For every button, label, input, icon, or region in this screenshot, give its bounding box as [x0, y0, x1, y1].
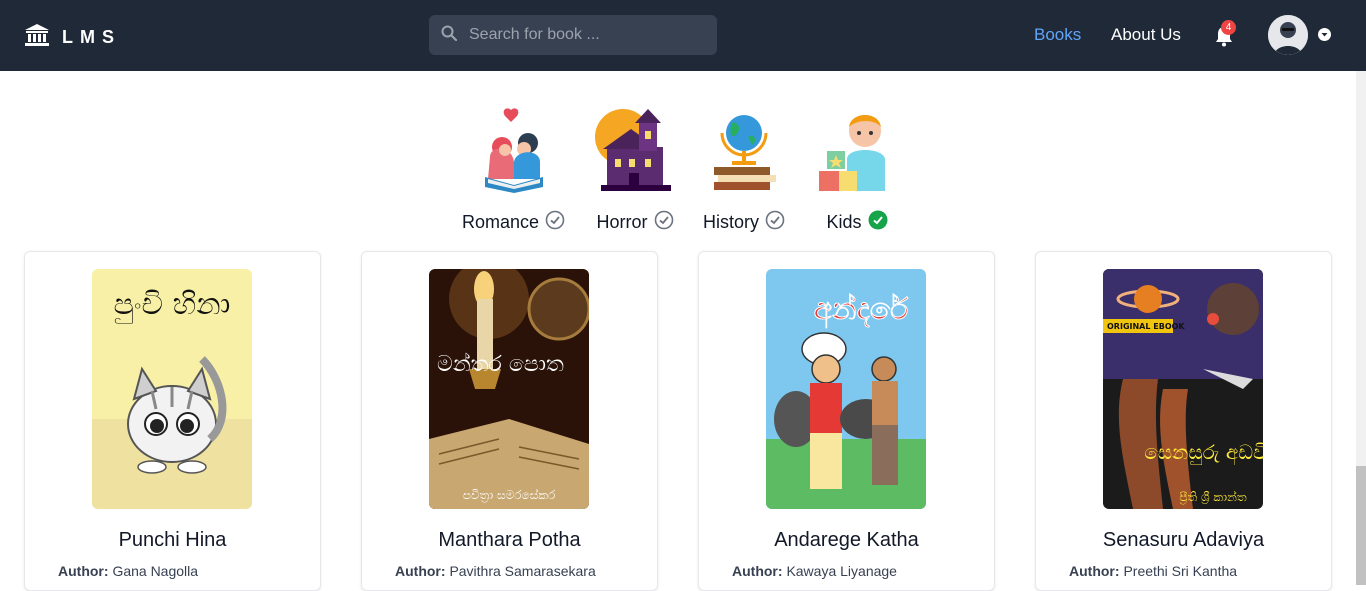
category-label: Horror — [596, 210, 673, 235]
bank-icon — [24, 23, 50, 52]
book-author: Author: Kawaya Liyanage — [732, 563, 897, 579]
check-circle-icon — [654, 210, 674, 235]
child-blocks-icon — [815, 107, 899, 198]
chevron-down-icon[interactable] — [1318, 28, 1331, 41]
category-horror[interactable]: Horror — [593, 107, 677, 235]
cover-author-text: පවිත්‍රා සමරසේකර — [463, 488, 556, 503]
book-card[interactable]: අන්දරේ Andarege Katha Author: Kawaya Liy… — [698, 251, 995, 591]
author-label: Author: — [1069, 563, 1120, 579]
check-circle-icon — [765, 210, 785, 235]
nav-link-about[interactable]: About Us — [1111, 25, 1181, 45]
scrollbar-thumb[interactable] — [1356, 466, 1366, 585]
nav-link-books[interactable]: Books — [1034, 25, 1081, 45]
category-history-label: History — [702, 212, 759, 232]
category-history[interactable]: History — [702, 107, 786, 235]
search-box[interactable] — [429, 15, 717, 55]
cover-author-text: ප්‍රීති ශ්‍රී කාන්ත — [1179, 490, 1247, 505]
category-label: Romance — [462, 210, 565, 235]
category-romance-label: Romance — [462, 212, 540, 232]
category-kids[interactable]: Kids — [815, 107, 899, 235]
haunted-house-icon — [593, 107, 677, 198]
book-title[interactable]: Manthara Potha — [362, 529, 657, 552]
author-name: Pavithra Samarasekara — [449, 563, 596, 579]
author-label: Author: — [395, 563, 446, 579]
category-label: History — [703, 210, 785, 235]
category-label: Kids — [826, 210, 887, 235]
book-title[interactable]: Andarege Katha — [699, 529, 994, 552]
book-cover[interactable]: පුංචි හිනා — [92, 269, 252, 509]
check-circle-filled-icon — [868, 210, 888, 235]
book-card[interactable]: මන්තර පොත පවිත්‍රා සමරසේකර Manthara Poth… — [361, 251, 658, 591]
author-label: Author: — [58, 563, 109, 579]
romance-icon — [472, 107, 556, 198]
top-navbar: LMS Books About Us 4 — [0, 0, 1366, 71]
category-romance[interactable]: Romance — [462, 107, 565, 235]
cover-title: මන්තර පොත — [437, 352, 564, 377]
cover-badge: ORIGINAL EBOOK — [1107, 322, 1185, 331]
category-kids-label: Kids — [826, 212, 862, 232]
book-author: Author: Gana Nagolla — [58, 563, 198, 579]
cover-title: පුංචි හිනා — [114, 287, 231, 324]
globe-books-icon — [702, 107, 786, 198]
search-icon — [441, 25, 458, 46]
book-cover[interactable]: ORIGINAL EBOOK සෙනසුරු අඩවිය ප්‍රීති ශ්‍… — [1103, 269, 1263, 509]
book-title[interactable]: Punchi Hina — [25, 529, 320, 552]
avatar[interactable] — [1268, 15, 1308, 55]
search-input[interactable] — [469, 26, 709, 44]
category-horror-label: Horror — [596, 212, 648, 232]
cover-title: සෙනසුරු අඩවිය — [1144, 440, 1263, 466]
book-author: Author: Preethi Sri Kantha — [1069, 563, 1237, 579]
check-circle-icon — [545, 210, 565, 235]
author-label: Author: — [732, 563, 783, 579]
author-name: Gana Nagolla — [112, 563, 199, 579]
book-card[interactable]: පුංචි හිනා Punchi Hina Author: Gana Nago… — [24, 251, 321, 591]
notification-badge: 4 — [1221, 20, 1236, 35]
author-name: Kawaya Liyanage — [786, 563, 897, 579]
book-card[interactable]: ORIGINAL EBOOK සෙනසුරු අඩවිය ප්‍රීති ශ්‍… — [1035, 251, 1332, 591]
book-title[interactable]: Senasuru Adaviya — [1036, 529, 1331, 552]
brand[interactable]: LMS — [24, 23, 121, 52]
brand-name: LMS — [62, 27, 121, 47]
book-author: Author: Pavithra Samarasekara — [395, 563, 596, 579]
book-cover[interactable]: මන්තර පොත පවිත්‍රා සමරසේකර — [429, 269, 589, 509]
author-name: Preethi Sri Kantha — [1123, 563, 1238, 579]
cover-title: අන්දරේ — [814, 292, 909, 329]
book-cover[interactable]: අන්දරේ — [766, 269, 926, 509]
